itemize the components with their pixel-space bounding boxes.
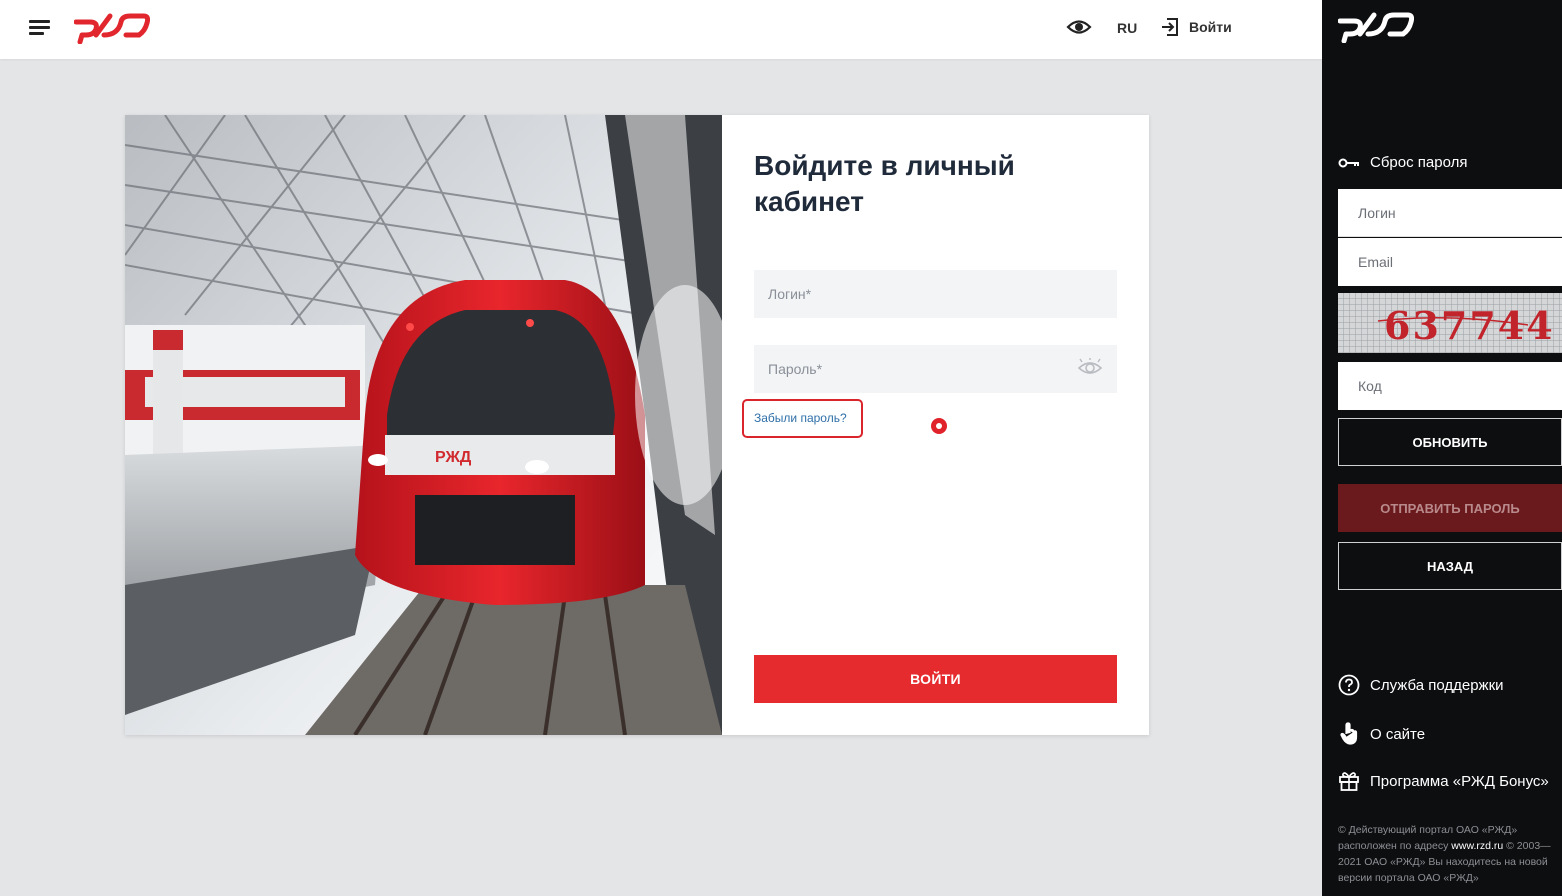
about-link[interactable]: О сайте [1338, 722, 1425, 746]
rzd-logo[interactable] [74, 8, 150, 44]
rzd-logo-white[interactable] [1338, 7, 1414, 43]
captcha-code-input[interactable] [1338, 362, 1562, 410]
captcha-image: 637744 [1338, 293, 1562, 353]
login-icon [1162, 18, 1178, 36]
support-link[interactable]: Служба поддержки [1338, 674, 1504, 696]
language-switch[interactable]: RU [1117, 20, 1137, 36]
show-password-icon[interactable] [1077, 358, 1103, 378]
gift-icon [1339, 772, 1359, 791]
bonus-program-link[interactable]: Программа «РЖД Бонус» [1338, 770, 1549, 792]
password-reset-panel: Сброс пароля 637744 ОБНОВИТЬ ОТПРАВИТЬ П… [1322, 0, 1562, 896]
login-submit-button[interactable]: ВОЙТИ [754, 655, 1117, 703]
header-login-label: Войти [1189, 19, 1232, 35]
login-form: Войдите в личный кабинет Забыли пароль? … [722, 115, 1149, 735]
reset-password-title: Сброс пароля [1338, 154, 1467, 171]
key-icon [1338, 158, 1359, 167]
about-label: О сайте [1370, 725, 1426, 743]
train-photo: РЖД [125, 115, 722, 735]
reset-password-label: Сброс пароля [1370, 154, 1468, 171]
reset-login-input[interactable] [1338, 189, 1562, 237]
send-password-button[interactable]: ОТПРАВИТЬ ПАРОЛЬ [1338, 484, 1562, 532]
captcha-text: 637744 [1384, 303, 1555, 348]
bonus-program-label: Программа «РЖД Бонус» [1370, 772, 1549, 790]
help-circle-icon [1338, 674, 1360, 696]
back-button[interactable]: НАЗАД [1338, 542, 1562, 590]
svg-text:РЖД: РЖД [435, 449, 472, 466]
support-label: Служба поддержки [1370, 676, 1504, 694]
refresh-captcha-button[interactable]: ОБНОВИТЬ [1338, 418, 1562, 466]
header-login-button[interactable]: Войти [1159, 16, 1232, 38]
page-title: Войдите в личный кабинет [754, 150, 1015, 217]
login-card: РЖД Войдите в личный кабинет Забыли паро… [125, 115, 1149, 735]
forgot-password-link[interactable]: Забыли пароль? [754, 411, 847, 425]
password-field[interactable] [754, 345, 1117, 393]
panel-footer: © Действующий портал ОАО «РЖД» расположе… [1338, 822, 1556, 886]
menu-icon[interactable] [29, 18, 51, 36]
eye-icon[interactable] [1066, 16, 1092, 38]
click-indicator [931, 418, 947, 434]
hand-pointer-icon [1340, 722, 1358, 745]
rzd-site-link[interactable]: www.rzd.ru [1451, 840, 1503, 852]
login-field[interactable] [754, 270, 1117, 318]
reset-email-input[interactable] [1338, 238, 1562, 286]
top-bar: RU Войти [0, 0, 1322, 59]
